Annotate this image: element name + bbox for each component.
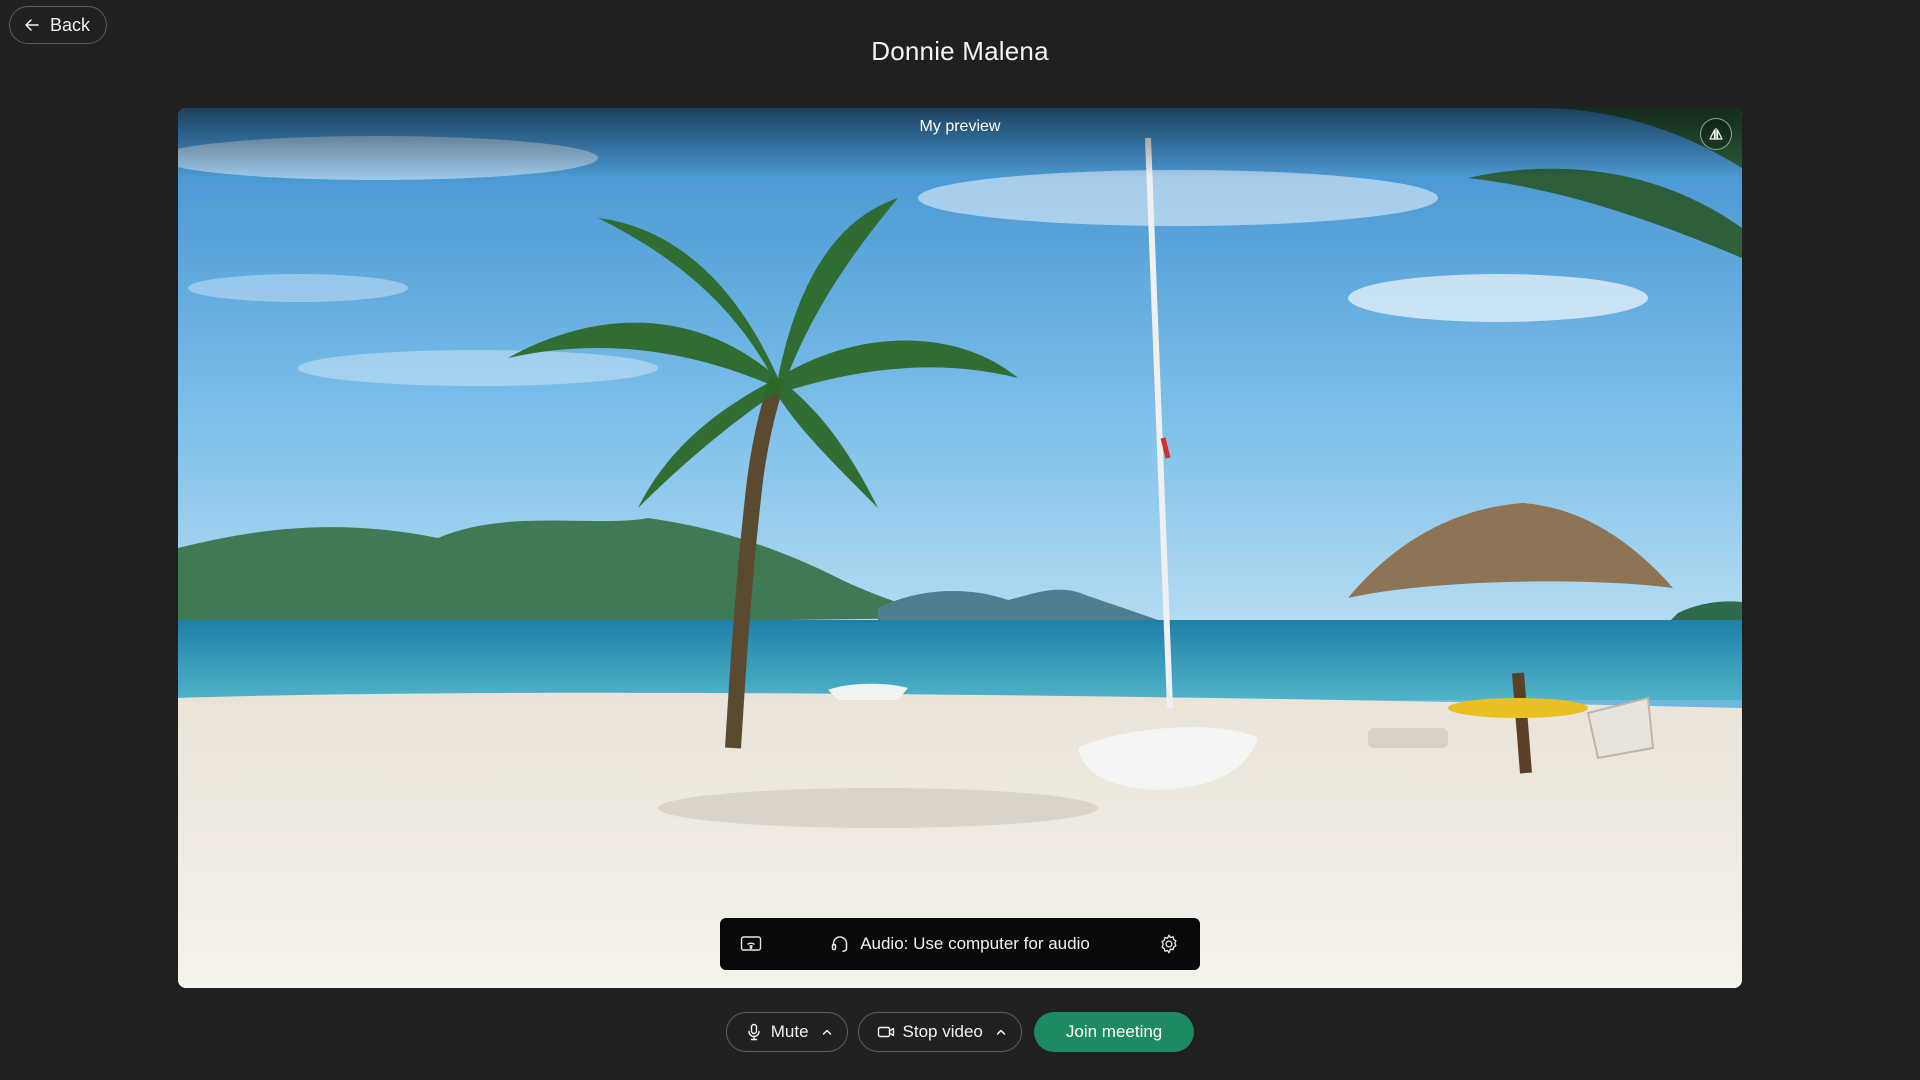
back-label: Back (50, 14, 91, 35)
video-preview: My preview Audio: Use computer for audio (178, 108, 1742, 988)
share-screen-icon (740, 936, 762, 951)
meeting-title: Donnie Malena (871, 36, 1049, 66)
audio-option-selector[interactable]: Audio: Use computer for audio (768, 934, 1152, 954)
video-camera-icon (877, 1026, 894, 1038)
headset-icon (831, 936, 848, 953)
mute-button[interactable]: Mute (725, 1012, 848, 1052)
microphone-icon (748, 1023, 760, 1041)
chevron-up-icon[interactable] (821, 1026, 833, 1038)
meeting-controls: Mute Stop video Join meeting (0, 1012, 1920, 1052)
audio-connection-bar: Audio: Use computer for audio (720, 918, 1200, 970)
audio-settings-button[interactable] (1152, 927, 1186, 961)
beach-background-image (178, 108, 1742, 988)
preview-label: My preview (919, 118, 1001, 135)
mirror-flip-icon (1709, 128, 1723, 140)
mute-label: Mute (770, 1022, 809, 1041)
stop-video-button[interactable]: Stop video (857, 1012, 1022, 1052)
meeting-join-window: Back Donnie Malena My preview Audio: Use… (0, 0, 1920, 1080)
gear-icon (1161, 934, 1177, 954)
stop-video-label: Stop video (902, 1022, 983, 1041)
chevron-up-icon[interactable] (995, 1026, 1007, 1038)
audio-option-label: Audio: Use computer for audio (860, 934, 1090, 953)
arrow-left-icon (25, 19, 39, 31)
join-meeting-button[interactable]: Join meeting (1033, 1012, 1195, 1052)
mirror-flip-button[interactable] (1700, 118, 1732, 150)
share-screen-button[interactable] (734, 927, 768, 961)
